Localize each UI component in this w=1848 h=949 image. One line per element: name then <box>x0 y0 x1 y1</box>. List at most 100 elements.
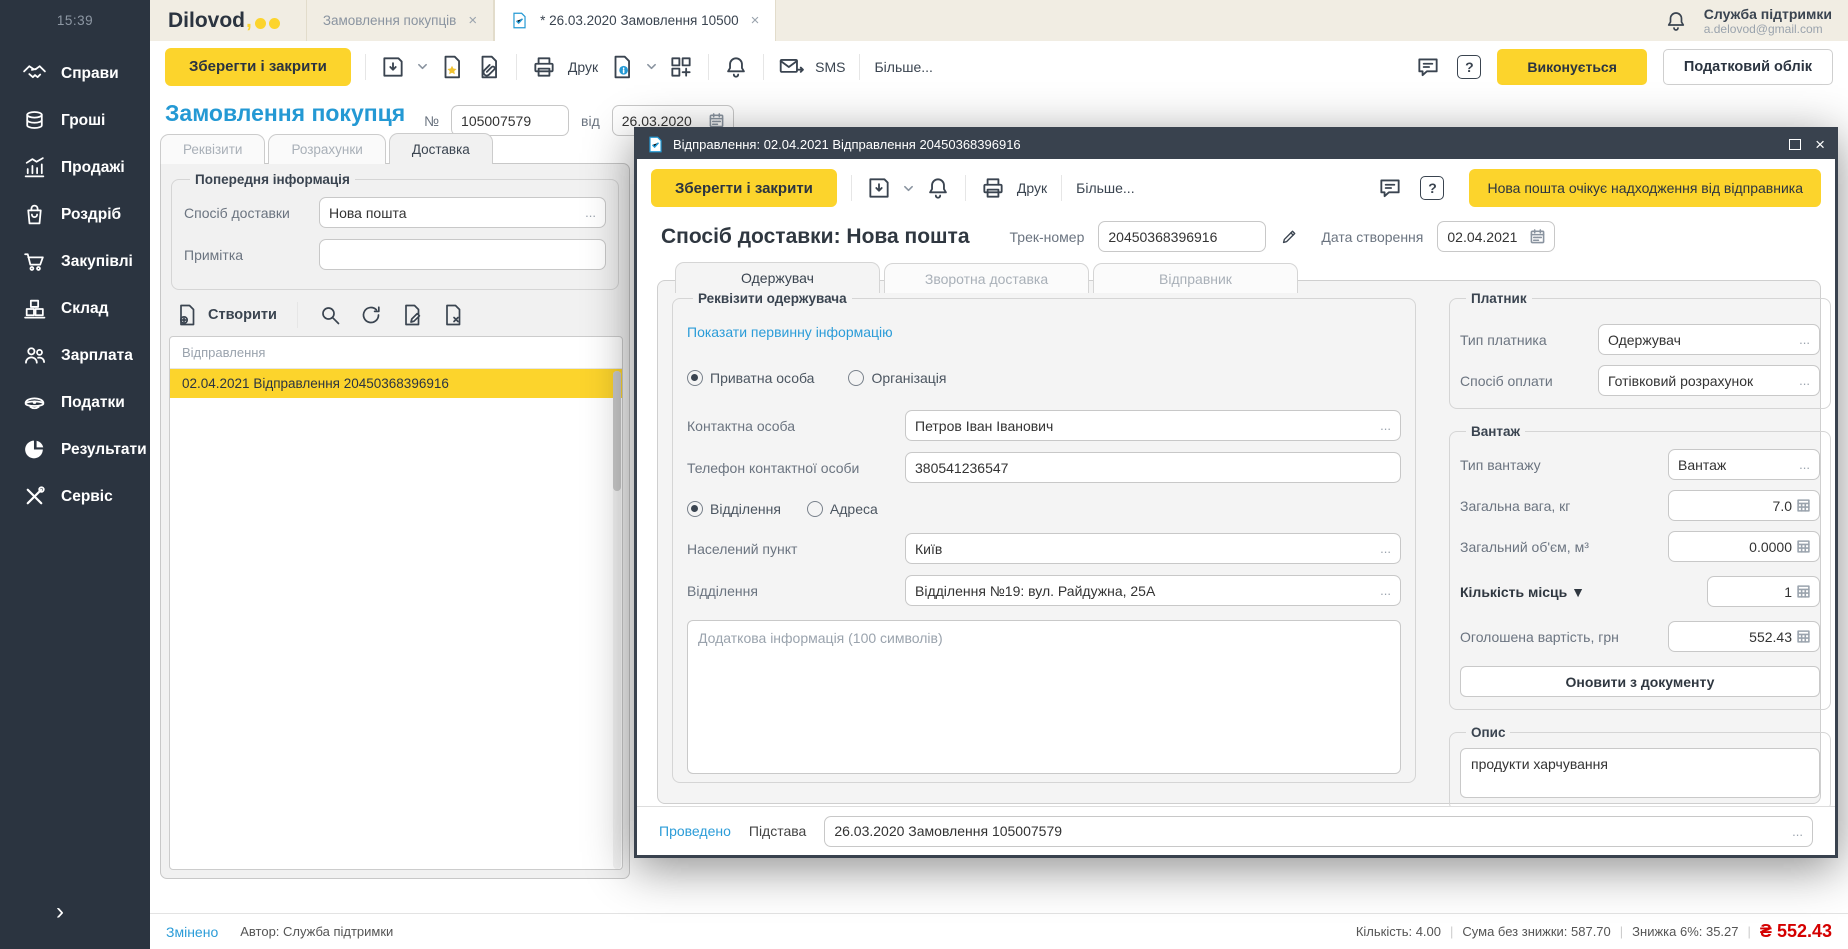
calculator-icon[interactable] <box>1797 630 1810 643</box>
chevron-down-icon[interactable] <box>646 61 657 72</box>
save-icon[interactable] <box>866 175 892 201</box>
contact-person-input[interactable]: Петров Іван Іванович ... <box>905 410 1401 441</box>
radio-address[interactable]: Адреса <box>807 501 878 517</box>
document-delete-icon[interactable] <box>441 303 465 327</box>
scrollbar-thumb[interactable] <box>613 371 621 491</box>
places-count-label[interactable]: Кількість місць ▼ <box>1460 584 1707 600</box>
search-icon[interactable] <box>318 303 342 327</box>
sidebar-item-money[interactable]: Гроші <box>0 97 150 144</box>
payment-method-input[interactable]: Готівковий розрахунок ... <box>1598 365 1820 396</box>
extra-info-textarea[interactable]: Додаткова інформація (100 символів) <box>687 620 1401 774</box>
sidebar-item-sales[interactable]: Продажі <box>0 144 150 191</box>
ellipsis-button[interactable]: ... <box>1799 332 1810 347</box>
document-plus-icon[interactable] <box>175 303 199 327</box>
tab-orders-list[interactable]: Замовлення покупців × <box>306 0 494 41</box>
document-edit-icon[interactable] <box>400 303 424 327</box>
sidebar-item-warehouse[interactable]: Склад <box>0 285 150 332</box>
posted-link[interactable]: Проведено <box>659 823 731 839</box>
sidebar-item-service[interactable]: Сервіс <box>0 473 150 520</box>
payer-type-input[interactable]: Одержувач ... <box>1598 324 1820 355</box>
volume-input[interactable]: 0.0000 <box>1668 531 1820 562</box>
print-button[interactable]: Друк <box>1017 180 1047 196</box>
refresh-icon[interactable] <box>359 303 383 327</box>
create-button[interactable]: Створити <box>208 307 277 323</box>
save-close-button[interactable]: Зберегти і закрити <box>651 169 837 207</box>
sidebar-item-results[interactable]: Результати <box>0 426 150 473</box>
calendar-icon[interactable] <box>1530 229 1545 244</box>
cargo-type-input[interactable]: Вантаж ... <box>1668 449 1820 480</box>
contact-phone-input[interactable]: 380541236547 <box>905 452 1401 483</box>
update-from-document-button[interactable]: Оновити з документу <box>1460 666 1820 697</box>
sidebar-collapse-arrow[interactable]: › <box>56 898 64 926</box>
pencil-icon[interactable] <box>1280 227 1299 246</box>
close-icon[interactable]: × <box>751 12 760 29</box>
sms-envelope-icon[interactable] <box>778 54 804 80</box>
comment-icon[interactable] <box>1377 175 1403 201</box>
chevron-down-icon[interactable] <box>417 61 428 72</box>
track-number-input[interactable]: 20450368396916 <box>1098 221 1266 252</box>
delivery-method-input[interactable]: Нова пошта ... <box>319 197 606 228</box>
tab-receiver[interactable]: Одержувач <box>675 262 880 293</box>
help-button[interactable]: ? <box>1457 55 1481 79</box>
note-input[interactable] <box>319 239 606 270</box>
sidebar-item-deals[interactable]: Справи <box>0 50 150 97</box>
basis-input[interactable]: 26.03.2020 Замовлення 105007579 ... <box>824 816 1813 847</box>
ellipsis-button[interactable]: ... <box>1380 583 1391 598</box>
tab-delivery[interactable]: Доставка <box>389 133 493 164</box>
tab-calculations[interactable]: Розрахунки <box>268 134 385 164</box>
calendar-icon[interactable] <box>709 113 724 128</box>
save-icon[interactable] <box>380 54 406 80</box>
tab-requisites[interactable]: Реквізити <box>160 134 265 164</box>
tab-sender[interactable]: Відправник <box>1093 263 1298 293</box>
bell-icon[interactable] <box>925 175 951 201</box>
scrollbar[interactable] <box>613 371 621 869</box>
nova-poshta-status-banner[interactable]: Нова пошта очікує надходження від відпра… <box>1469 169 1821 207</box>
ellipsis-button[interactable]: ... <box>1380 418 1391 433</box>
grid-plus-icon[interactable] <box>668 54 694 80</box>
weight-input[interactable]: 7.0 <box>1668 490 1820 521</box>
save-close-button[interactable]: Зберегти і закрити <box>165 48 351 86</box>
more-button[interactable]: Більше... <box>874 59 932 75</box>
print-icon[interactable] <box>531 54 557 80</box>
calculator-icon[interactable] <box>1797 499 1810 512</box>
calculator-icon[interactable] <box>1797 540 1810 553</box>
sms-button[interactable]: SMS <box>815 59 845 75</box>
document-star-icon[interactable] <box>439 54 465 80</box>
bell-icon[interactable] <box>723 54 749 80</box>
description-textarea[interactable]: продукти харчування <box>1460 748 1820 798</box>
close-icon[interactable]: × <box>1815 136 1825 153</box>
document-info-icon[interactable] <box>609 54 635 80</box>
print-icon[interactable] <box>980 175 1006 201</box>
order-number-input[interactable]: 105007579 <box>451 105 569 136</box>
changed-link[interactable]: Змінено <box>166 924 218 940</box>
places-count-input[interactable]: 1 <box>1707 576 1820 607</box>
chevron-down-icon[interactable] <box>903 183 914 194</box>
sidebar-item-taxes[interactable]: Податки <box>0 379 150 426</box>
document-paperclip-icon[interactable] <box>476 54 502 80</box>
bell-icon[interactable] <box>1664 9 1688 33</box>
help-button[interactable]: ? <box>1420 176 1444 200</box>
ellipsis-button[interactable]: ... <box>585 205 596 220</box>
status-button[interactable]: Виконується <box>1497 49 1646 85</box>
comment-icon[interactable] <box>1415 54 1441 80</box>
ellipsis-button[interactable]: ... <box>1799 373 1810 388</box>
tab-order-document[interactable]: * 26.03.2020 Замовлення 10500 × <box>494 0 776 41</box>
tax-accounting-button[interactable]: Податковий облік <box>1663 49 1833 85</box>
sidebar-item-retail[interactable]: Роздріб <box>0 191 150 238</box>
declared-value-input[interactable]: 552.43 <box>1668 621 1820 652</box>
radio-organization[interactable]: Організація <box>848 370 946 386</box>
more-button[interactable]: Більше... <box>1076 180 1134 196</box>
close-icon[interactable]: × <box>468 12 477 29</box>
dilovod-logo[interactable]: Dilovod, <box>168 0 280 41</box>
sidebar-item-purchases[interactable]: Закупівлі <box>0 238 150 285</box>
created-date-input[interactable]: 02.04.2021 <box>1437 221 1555 252</box>
radio-private-person[interactable]: Приватна особа <box>687 370 814 386</box>
radio-branch[interactable]: Відділення <box>687 501 781 517</box>
user-info[interactable]: Служба підтримки a.delovod@gmail.com <box>1704 6 1832 36</box>
shipment-list-item[interactable]: 02.04.2021 Відправлення 20450368396916 <box>170 369 622 398</box>
print-button[interactable]: Друк <box>568 59 598 75</box>
city-input[interactable]: Київ ... <box>905 533 1401 564</box>
maximize-button[interactable] <box>1789 139 1801 150</box>
show-primary-info-link[interactable]: Показати первинну інформацію <box>687 324 893 340</box>
tab-return-delivery[interactable]: Зворотна доставка <box>884 263 1089 293</box>
